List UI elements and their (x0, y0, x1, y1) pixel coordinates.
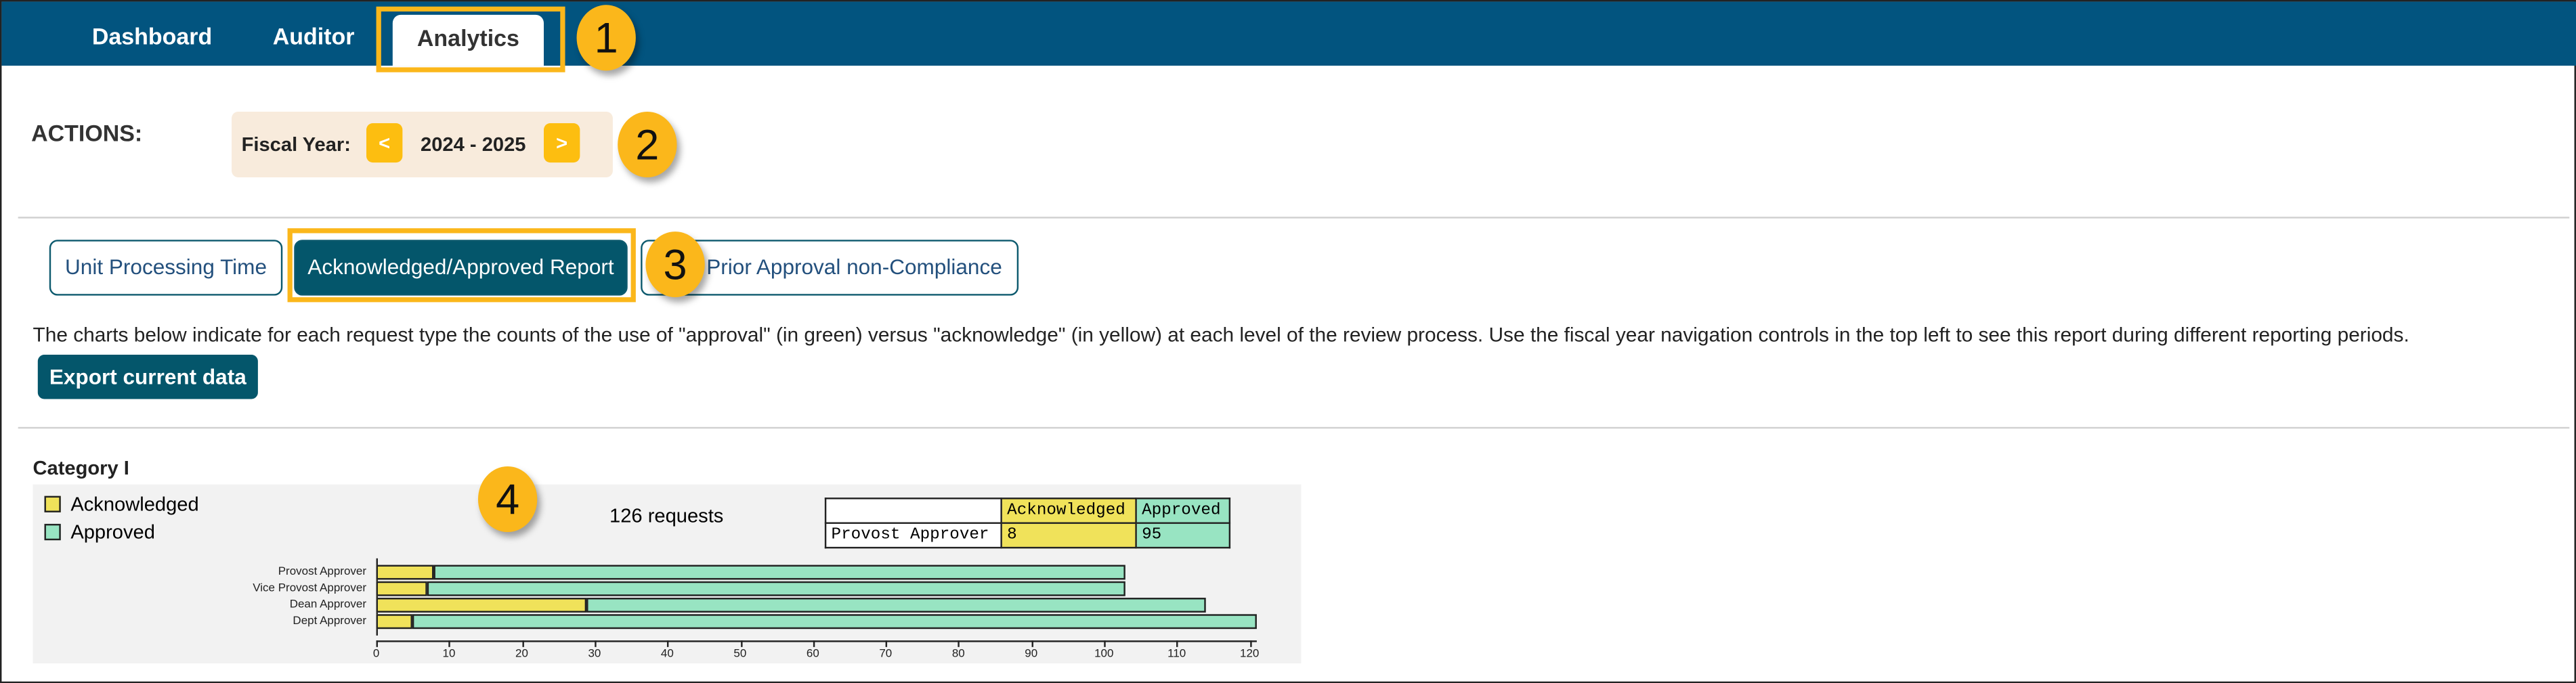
bar-segment-approved (427, 581, 1126, 596)
callout-badge-2: 2 (618, 111, 677, 178)
bar-label: Dean Approver (289, 599, 366, 611)
tab-dashboard[interactable]: Dashboard (92, 23, 212, 49)
x-tick-label: 50 (733, 648, 747, 661)
x-tick-mark (1031, 640, 1033, 647)
x-tick-label: 60 (806, 648, 819, 661)
x-tick-label: 120 (1240, 648, 1260, 661)
x-tick-label: 100 (1094, 648, 1114, 661)
x-tick-label: 90 (1025, 648, 1038, 661)
bar-label: Provost Approver (278, 566, 366, 578)
fiscal-year-label: Fiscal Year: (241, 133, 351, 156)
highlight-box (287, 228, 636, 303)
x-tick-label: 40 (660, 648, 674, 661)
bar-segment-acknowledged (376, 565, 435, 580)
bar-segment-approved (434, 565, 1126, 580)
actions-label: ACTIONS: (31, 120, 143, 146)
x-tick-mark (739, 640, 742, 647)
callout-badge-4: 4 (477, 466, 538, 533)
x-tick-label: 20 (515, 648, 528, 661)
chart-panel: Acknowledged Approved 126 requests Ackno… (33, 484, 1302, 664)
bar-label: Vice Provost Approver (253, 583, 366, 595)
x-tick-label: 70 (879, 648, 893, 661)
x-tick-label: 30 (588, 648, 601, 661)
x-tick-label: 80 (951, 648, 965, 661)
x-tick-mark (1176, 640, 1179, 647)
x-tick-label: 0 (372, 648, 380, 661)
bar-chart: Provost Approver Vice Provost Approver Dea… (33, 485, 1302, 663)
bar-segment-acknowledged (376, 614, 413, 630)
x-tick-mark (521, 640, 523, 647)
x-tick-mark (376, 640, 378, 647)
callout-badge-1: 1 (576, 5, 636, 71)
prev-year-button[interactable]: < (366, 123, 403, 163)
x-tick-label: 110 (1167, 648, 1186, 661)
tab-auditor[interactable]: Auditor (273, 23, 355, 49)
callout-badge-3: 3 (645, 232, 705, 298)
fiscal-year-value: 2024 - 2025 (421, 133, 526, 156)
bar-segment-approved (412, 614, 1257, 630)
bar-label: Dept Approver (293, 615, 366, 627)
fiscal-year-panel: Fiscal Year: < 2024 - 2025 > (232, 111, 613, 178)
report-description: The charts below indicate for each reque… (33, 323, 2409, 347)
divider (18, 426, 2570, 429)
x-tick-mark (1249, 640, 1251, 647)
x-tick-mark (449, 640, 451, 647)
bar-segment-acknowledged (376, 581, 427, 596)
x-tick-mark (667, 640, 669, 647)
tab-unit-processing-time[interactable]: Unit Processing Time (49, 240, 283, 296)
category-heading: Category I (33, 456, 129, 480)
x-tick-mark (813, 640, 815, 647)
x-tick-mark (594, 640, 597, 647)
bar-segment-approved (587, 598, 1206, 613)
highlight-box (376, 6, 565, 72)
x-tick-mark (885, 640, 888, 647)
x-tick-mark (958, 640, 960, 647)
next-year-button[interactable]: > (544, 123, 580, 163)
x-tick-label: 10 (442, 648, 456, 661)
x-axis-line (376, 640, 1257, 642)
divider (18, 217, 2570, 219)
export-current-data-button[interactable]: Export current data (37, 355, 258, 399)
x-tick-mark (1104, 640, 1106, 647)
bar-segment-acknowledged (376, 598, 588, 613)
